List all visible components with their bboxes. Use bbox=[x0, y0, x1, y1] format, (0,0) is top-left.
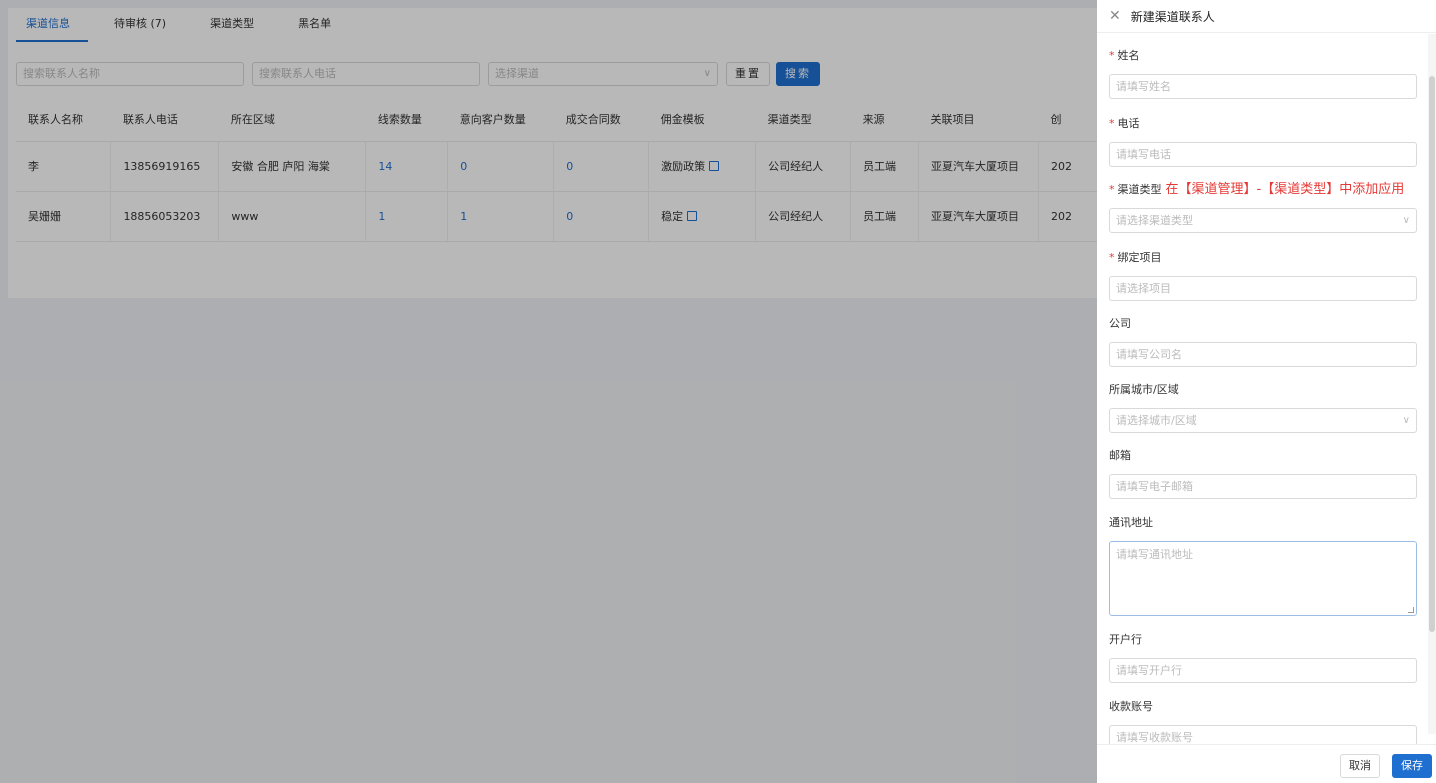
channel-type-label: * 渠道类型 在【渠道管理】-【渠道类型】中添加应用 bbox=[1109, 182, 1429, 198]
save-button[interactable]: 保存 bbox=[1392, 754, 1432, 778]
scrollbar-thumb[interactable] bbox=[1429, 76, 1435, 632]
name-input[interactable]: 请填写姓名 bbox=[1109, 74, 1417, 99]
resize-handle-icon[interactable] bbox=[1408, 607, 1414, 613]
address-field: 通讯地址 请填写通讯地址 bbox=[1109, 515, 1417, 616]
channel-type-placeholder: 请选择渠道类型 bbox=[1116, 214, 1193, 227]
account-field: 收款账号 请填写收款账号 bbox=[1109, 699, 1417, 744]
project-select[interactable]: 请选择项目 bbox=[1109, 276, 1417, 301]
name-label-text: 姓名 bbox=[1117, 49, 1140, 62]
bank-input[interactable]: 请填写开户行 bbox=[1109, 658, 1417, 683]
city-label: 所属城市/区域 bbox=[1109, 383, 1179, 396]
drawer-footer: 取消 保存 bbox=[1097, 744, 1436, 783]
name-field: * 姓名 请填写姓名 bbox=[1109, 48, 1417, 99]
required-mark: * bbox=[1109, 183, 1115, 196]
close-icon[interactable]: ✕ bbox=[1109, 8, 1121, 24]
phone-field: * 电话 请填写电话 bbox=[1109, 116, 1417, 167]
account-input[interactable]: 请填写收款账号 bbox=[1109, 725, 1417, 744]
chevron-down-icon: ∨ bbox=[1402, 415, 1410, 426]
phone-label-text: 电话 bbox=[1117, 117, 1140, 130]
project-label: * 绑定项目 bbox=[1109, 250, 1417, 266]
email-field: 邮箱 请填写电子邮箱 bbox=[1109, 448, 1417, 499]
chevron-down-icon: ∨ bbox=[1402, 215, 1410, 226]
new-contact-drawer: ✕ 新建渠道联系人 * 姓名 请填写姓名 * 电话 请填写电话 * 渠道类型 在【渠道管… bbox=[1097, 0, 1436, 783]
email-input[interactable]: 请填写电子邮箱 bbox=[1109, 474, 1417, 499]
email-label: 邮箱 bbox=[1109, 449, 1131, 462]
required-mark: * bbox=[1109, 117, 1115, 130]
city-field: 所属城市/区域 请选择城市/区域 ∨ bbox=[1109, 382, 1417, 433]
drawer-header: ✕ 新建渠道联系人 bbox=[1097, 0, 1436, 33]
company-field: 公司 请填写公司名 bbox=[1109, 316, 1417, 367]
phone-label: * 电话 bbox=[1109, 116, 1417, 132]
company-input[interactable]: 请填写公司名 bbox=[1109, 342, 1417, 367]
channel-type-hint: 在【渠道管理】-【渠道类型】中添加应用 bbox=[1165, 182, 1405, 197]
channel-type-label-text: 渠道类型 bbox=[1117, 183, 1162, 196]
cancel-button[interactable]: 取消 bbox=[1340, 754, 1380, 778]
channel-type-select[interactable]: 请选择渠道类型 ∨ bbox=[1109, 208, 1417, 233]
drawer-form: * 姓名 请填写姓名 * 电话 请填写电话 * 渠道类型 在【渠道管理】-【渠道类型】中… bbox=[1097, 34, 1436, 744]
company-label: 公司 bbox=[1109, 317, 1131, 330]
address-placeholder: 请填写通讯地址 bbox=[1116, 548, 1193, 561]
required-mark: * bbox=[1109, 251, 1115, 264]
city-select[interactable]: 请选择城市/区域 ∨ bbox=[1109, 408, 1417, 433]
project-field: * 绑定项目 请选择项目 bbox=[1109, 250, 1417, 301]
drawer-scrollbar[interactable] bbox=[1428, 34, 1436, 734]
bank-field: 开户行 请填写开户行 bbox=[1109, 632, 1417, 683]
required-mark: * bbox=[1109, 49, 1115, 62]
bank-label: 开户行 bbox=[1109, 633, 1142, 646]
city-placeholder: 请选择城市/区域 bbox=[1116, 414, 1197, 427]
drawer-title: 新建渠道联系人 bbox=[1130, 9, 1215, 24]
address-label: 通讯地址 bbox=[1109, 516, 1153, 529]
name-label: * 姓名 bbox=[1109, 48, 1417, 64]
account-label: 收款账号 bbox=[1109, 700, 1153, 713]
address-textarea[interactable]: 请填写通讯地址 bbox=[1109, 541, 1417, 616]
project-label-text: 绑定项目 bbox=[1117, 251, 1162, 264]
phone-input[interactable]: 请填写电话 bbox=[1109, 142, 1417, 167]
channel-type-field: * 渠道类型 在【渠道管理】-【渠道类型】中添加应用 请选择渠道类型 ∨ bbox=[1109, 182, 1429, 233]
